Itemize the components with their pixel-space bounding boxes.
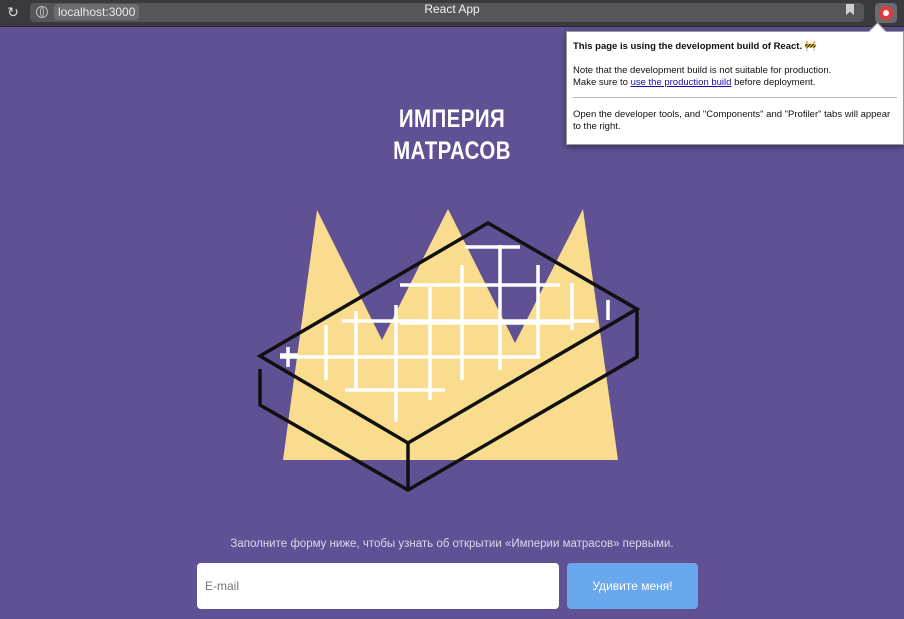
email-input[interactable] bbox=[197, 563, 559, 609]
popup-instruction: Make sure to use the production build be… bbox=[573, 77, 815, 88]
react-icon bbox=[879, 6, 893, 20]
popup-instruction-suffix: before deployment. bbox=[731, 77, 816, 88]
popup-note: Note that the development build is not s… bbox=[573, 65, 832, 76]
page-title: ИМПЕРИЯ МАТРАСОВ bbox=[81, 103, 822, 167]
submit-button[interactable]: Удивите меня! bbox=[567, 563, 698, 609]
title-line-2: МАТРАСОВ bbox=[393, 137, 511, 165]
window-title: React App bbox=[424, 2, 480, 16]
popup-instruction-prefix: Make sure to bbox=[573, 77, 631, 88]
title-line-1: ИМПЕРИЯ bbox=[398, 105, 506, 133]
react-devtools-extension-button[interactable] bbox=[875, 3, 897, 23]
browser-toolbar: ↻ localhost:3000 React App bbox=[0, 0, 904, 27]
production-build-link[interactable]: use the production build bbox=[631, 77, 732, 88]
form-subtitle: Заполните форму ниже, чтобы узнать об от… bbox=[230, 538, 674, 550]
popup-heading: This page is using the development build… bbox=[573, 41, 817, 52]
crown-mattress-illustration bbox=[256, 209, 641, 493]
popup-divider bbox=[573, 97, 897, 98]
